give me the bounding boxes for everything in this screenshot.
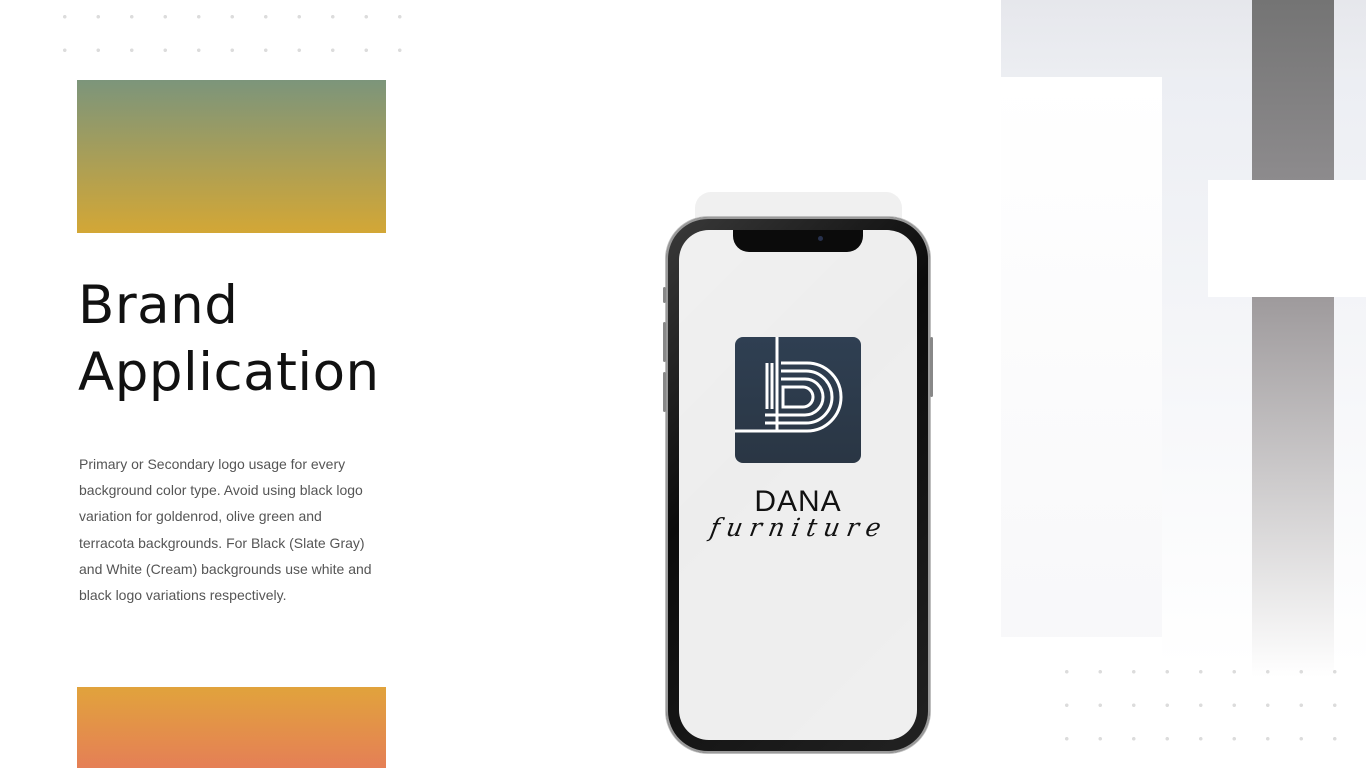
description-text: Primary or Secondary logo usage for ever…: [79, 456, 372, 604]
deco-gray-bar: [1252, 0, 1334, 180]
goldenrod-terracota-swatch: [77, 687, 386, 768]
dot-pattern-bottom-right: [1050, 655, 1366, 768]
phone-side-button: [663, 372, 666, 412]
page-title: Brand Application: [78, 272, 380, 406]
phone-side-button: [930, 337, 933, 397]
deco-panel: [1208, 180, 1366, 297]
phone-mockup: DANA furniture: [663, 217, 933, 753]
brand-subname: furniture: [707, 513, 891, 542]
dana-logo-mark: [735, 337, 861, 463]
dana-d-logo-icon: [735, 337, 843, 433]
phone-side-button: [663, 322, 666, 362]
deco-gray-bar: [1252, 297, 1334, 677]
phone-screen: DANA furniture: [679, 230, 917, 740]
phone-side-button: [663, 287, 666, 303]
deco-panel: [1001, 77, 1162, 637]
olive-goldenrod-swatch: [77, 80, 386, 233]
page-title-line2: Application: [78, 342, 380, 403]
page-title-line1: Brand: [78, 275, 239, 336]
dot-pattern-top-left: [48, 0, 428, 76]
phone-notch: [733, 230, 863, 252]
